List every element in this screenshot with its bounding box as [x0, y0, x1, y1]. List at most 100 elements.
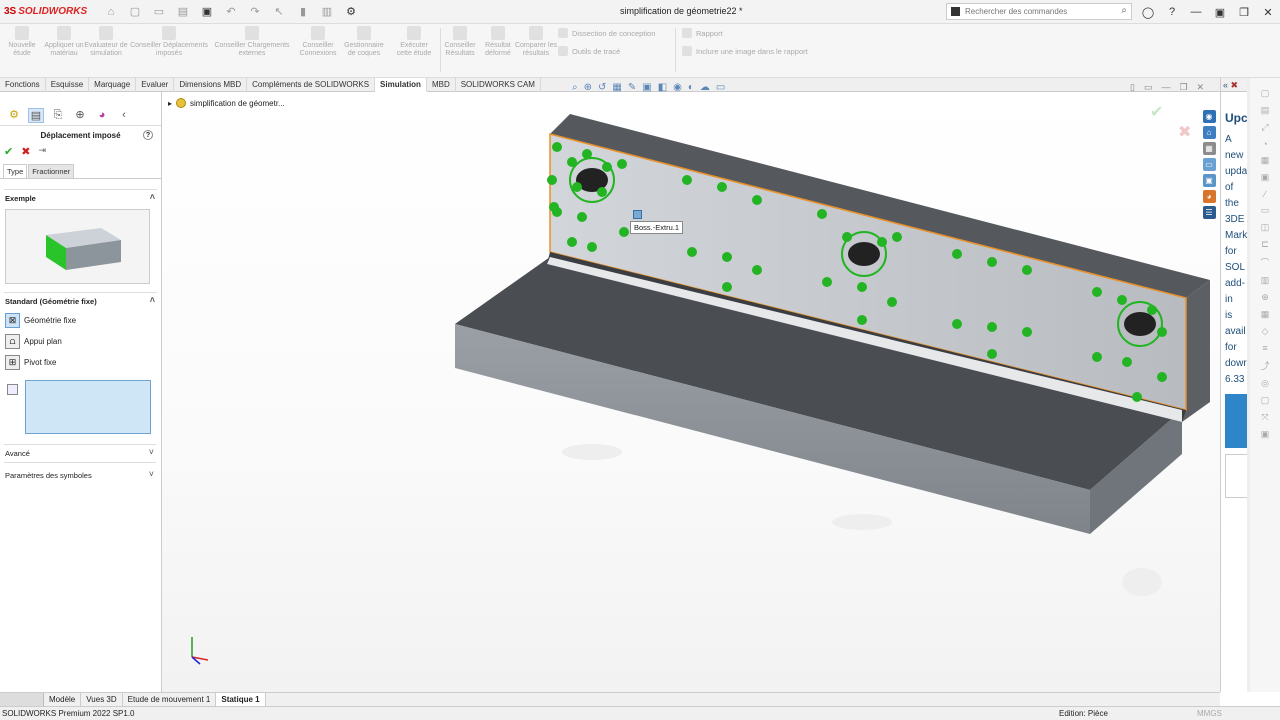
- display-style-icon[interactable]: ◧: [658, 82, 667, 93]
- help-icon[interactable]: ?: [143, 130, 153, 140]
- dimxpert-icon[interactable]: ⊕: [72, 108, 88, 123]
- connections-button[interactable]: Conseiller Connexions: [296, 26, 340, 58]
- zoom-fit-icon[interactable]: ⌕: [572, 82, 578, 93]
- tool-icon[interactable]: ⊏: [1261, 239, 1269, 250]
- tool-icon[interactable]: ⌒: [1260, 256, 1269, 269]
- plot-tools-button[interactable]: Outils de tracé: [558, 46, 620, 56]
- faces-selection-box[interactable]: [25, 380, 151, 434]
- new-study-button[interactable]: Nouvelle étude: [0, 26, 44, 58]
- tool-icon[interactable]: ⤴: [1260, 359, 1269, 372]
- subtab-type[interactable]: Type: [3, 164, 28, 178]
- viewport-close-icon[interactable]: ✕: [1197, 82, 1205, 93]
- tool-icon[interactable]: ▭: [1261, 205, 1270, 216]
- tool-icon[interactable]: ▣: [1261, 172, 1270, 183]
- view-palette-icon[interactable]: ▣: [1202, 174, 1216, 187]
- display-manager-icon[interactable]: ◕: [94, 108, 110, 123]
- tool-icon[interactable]: ▤: [1261, 105, 1270, 116]
- chevron-down-icon[interactable]: ˅: [149, 469, 154, 479]
- tool-icon[interactable]: ▦: [1261, 155, 1270, 166]
- previous-view-icon[interactable]: ↺: [598, 82, 606, 93]
- cancel-x-icon[interactable]: ✖: [21, 145, 30, 158]
- report-button[interactable]: Rapport: [682, 28, 723, 38]
- open-icon[interactable]: ▭: [152, 5, 166, 18]
- confirm-ok-icon[interactable]: ✔: [1150, 102, 1163, 121]
- sim-evaluator-button[interactable]: Evaluateur de simulation: [84, 26, 128, 58]
- viewport-tile-icon[interactable]: ▭: [1144, 82, 1153, 93]
- view-settings-icon[interactable]: ▭: [716, 82, 725, 93]
- confirm-cancel-icon[interactable]: ✖: [1178, 122, 1191, 141]
- subtab-fractionner[interactable]: Fractionner: [28, 164, 75, 178]
- close-icon[interactable]: ✕: [1256, 6, 1280, 19]
- hide-show-icon[interactable]: ◉: [673, 82, 682, 93]
- help-icon[interactable]: ?: [1160, 6, 1184, 18]
- viewport-minimize-icon[interactable]: —: [1161, 82, 1170, 93]
- search-icon[interactable]: ⌕: [1121, 5, 1127, 16]
- save-icon[interactable]: ▤: [176, 5, 190, 18]
- tab-fonctions[interactable]: Fonctions: [0, 78, 46, 92]
- print-icon[interactable]: ▣: [200, 5, 214, 18]
- collapse-icon[interactable]: «: [1223, 80, 1228, 90]
- tool-icon[interactable]: ∕: [1264, 189, 1266, 199]
- run-study-button[interactable]: Exécuter cette étude: [392, 26, 436, 58]
- dismiss-box[interactable]: [1225, 454, 1248, 498]
- redo-icon[interactable]: ↷: [248, 5, 262, 18]
- tool-icon[interactable]: ▣: [1261, 429, 1270, 440]
- viewport-restore-icon[interactable]: ❐: [1179, 82, 1187, 93]
- tab-solidworks-cam[interactable]: SOLIDWORKS CAM: [456, 78, 541, 92]
- dynamic-annotation-icon[interactable]: ✎: [628, 82, 636, 93]
- appearances-icon[interactable]: ◕: [1202, 190, 1216, 203]
- home-icon[interactable]: ⌂: [104, 6, 118, 18]
- restore-icon[interactable]: ❐: [1232, 6, 1256, 19]
- property-manager-icon[interactable]: ▤: [28, 108, 44, 123]
- section-avance[interactable]: Avancé ˅: [0, 445, 160, 462]
- 3dexperience-icon[interactable]: ⌂: [1202, 126, 1216, 139]
- custom-properties-icon[interactable]: ☰: [1202, 206, 1216, 219]
- select-icon[interactable]: ↖: [272, 5, 286, 18]
- tab-mbd[interactable]: MBD: [427, 78, 456, 92]
- tab-statique[interactable]: Statique 1: [216, 693, 266, 707]
- appearance-icon[interactable]: ◐: [688, 82, 694, 93]
- chevron-left-icon[interactable]: ‹: [116, 108, 132, 123]
- tab-simulation[interactable]: Simulation: [375, 78, 427, 92]
- tile-icon[interactable]: ▣: [1208, 6, 1232, 19]
- design-library-icon[interactable]: ▦: [1202, 142, 1216, 155]
- compare-results-button[interactable]: Comparer les résultats: [514, 26, 558, 58]
- tool-icon[interactable]: ◔: [1262, 139, 1267, 149]
- close-icon[interactable]: ✖: [1231, 80, 1239, 90]
- config-manager-icon[interactable]: ⎘: [50, 108, 66, 123]
- command-search[interactable]: ⌕: [946, 3, 1132, 20]
- apply-material-button[interactable]: Appliquer un matériau: [42, 26, 86, 58]
- section-parametres-symboles[interactable]: Paramètres des symboles ˅: [0, 467, 160, 484]
- tool-icon[interactable]: ⤧: [1261, 412, 1268, 423]
- tab-esquisse[interactable]: Esquisse: [46, 78, 90, 92]
- fixtures-advisor-button[interactable]: Conseiller Déplacements imposés: [128, 26, 210, 58]
- chevron-up-icon[interactable]: ˄: [150, 192, 155, 202]
- external-loads-button[interactable]: Conseiller Chargements externes: [212, 26, 292, 58]
- model-view[interactable]: ✔ ✖: [162, 92, 1222, 692]
- tab-vues-3d[interactable]: Vues 3D: [81, 693, 123, 707]
- search-input[interactable]: [965, 7, 1115, 16]
- rebuild-icon[interactable]: ▮: [296, 5, 310, 18]
- tab-scroll-arrows[interactable]: [0, 693, 44, 707]
- tab-evaluer[interactable]: Evaluer: [136, 78, 175, 92]
- graphics-area[interactable]: ▸ simplification de géometr... ✔ ✖ Boss.…: [162, 92, 1222, 692]
- user-icon[interactable]: ◯: [1136, 6, 1160, 19]
- tab-modele[interactable]: Modèle: [44, 693, 82, 707]
- section-view-icon[interactable]: ▦: [612, 82, 621, 93]
- options-gear-icon[interactable]: ⚙: [344, 5, 358, 18]
- section-standard[interactable]: Standard (Géométrie fixe) ˄: [0, 293, 161, 310]
- tab-dimensions-mbd[interactable]: Dimensions MBD: [174, 78, 248, 92]
- tool-icon[interactable]: ⊕: [1261, 292, 1269, 303]
- option-geometrie-fixe[interactable]: ⊠ Géométrie fixe: [0, 310, 161, 331]
- file-explorer-icon[interactable]: ▭: [1202, 158, 1216, 171]
- tool-icon[interactable]: ◎: [1261, 378, 1269, 389]
- ok-check-icon[interactable]: ✔: [4, 145, 13, 158]
- tool-icon[interactable]: ▢: [1261, 88, 1270, 99]
- tool-icon[interactable]: ≡: [1262, 343, 1267, 353]
- view-orientation-icon[interactable]: ▣: [642, 82, 651, 93]
- tab-etude-mouvement[interactable]: Etude de mouvement 1: [123, 693, 217, 707]
- design-insight-button[interactable]: Dissection de conception: [558, 28, 655, 38]
- split-view-icon[interactable]: ▯: [1130, 82, 1135, 93]
- tool-icon[interactable]: ◫: [1261, 222, 1270, 233]
- unit-system[interactable]: MMGS: [1197, 707, 1222, 720]
